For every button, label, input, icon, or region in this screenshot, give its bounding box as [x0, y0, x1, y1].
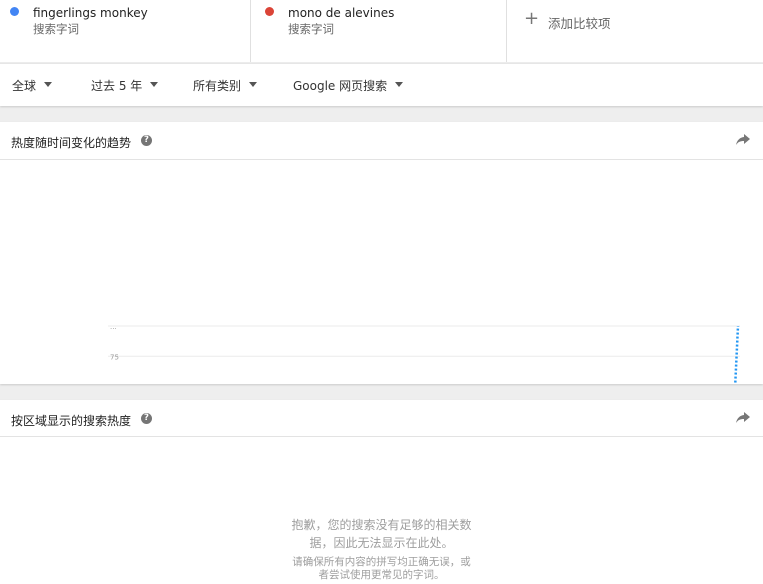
interest-by-region-card: 按区域显示的搜索热度 ? 抱歉，您的搜索没有足够的相关数 据，因此无法显示在此处…: [0, 400, 763, 584]
interest-chart: 255075...2012…2014年9月7日2016年9月25日平均值备注: [108, 323, 740, 385]
empty-hint-line: 请确保所有内容的拼写均正确无误，或: [292, 556, 471, 568]
region-dropdown[interactable]: 全球: [12, 77, 53, 94]
category-dropdown-label: 所有类别: [193, 79, 242, 93]
empty-message-line: 抱歉，您的搜索没有足够的相关数: [291, 518, 472, 532]
card-title: 按区域显示的搜索热度: [11, 414, 132, 428]
dropdown-arrow-icon: [249, 82, 258, 87]
term-name: fingerlings monkey: [33, 6, 148, 20]
card-divider: [0, 436, 763, 437]
series-partial-fingerlings-monkey: [733, 325, 740, 384]
series-color-dot: [10, 7, 19, 16]
empty-message-line: 据，因此无法显示在此处。: [309, 536, 454, 550]
y-tick-label: 50: [110, 384, 119, 385]
plus-icon: +: [524, 8, 540, 29]
dropdown-arrow-icon: [150, 82, 159, 87]
dropdown-arrow-icon: [44, 82, 53, 87]
term-card-mono-de-alevines[interactable]: mono de alevines 搜索字词: [251, 0, 507, 62]
search-type-dropdown-label: Google 网页搜索: [293, 79, 388, 93]
add-comparison-button[interactable]: + 添加比较项: [507, 0, 763, 62]
share-icon[interactable]: [735, 411, 751, 425]
time-range-dropdown-label: 过去 5 年: [91, 79, 143, 93]
y-tick-label: 75: [110, 353, 119, 361]
term-name: mono de alevines: [288, 6, 395, 20]
empty-hint-line: 者尝试使用更常见的字词。: [318, 569, 445, 581]
help-icon[interactable]: ?: [141, 413, 152, 424]
y-tick-label: ...: [110, 323, 117, 331]
compare-terms-bar: fingerlings monkey 搜索字词 mono de alevines…: [0, 0, 763, 62]
term-card-fingerlings-monkey[interactable]: fingerlings monkey 搜索字词: [0, 0, 251, 62]
series-color-dot: [265, 7, 274, 16]
time-range-dropdown[interactable]: 过去 5 年: [91, 77, 159, 94]
filter-bar: 全球 过去 5 年 所有类别 Google 网页搜索: [0, 63, 763, 106]
add-comparison-label: 添加比较项: [548, 16, 611, 31]
category-dropdown[interactable]: 所有类别: [193, 77, 258, 94]
interest-over-time-card: 热度随时间变化的趋势 ? 255075...2012…2014年9月7日2016…: [0, 122, 763, 384]
term-type-label: 搜索字词: [288, 22, 334, 36]
search-type-dropdown[interactable]: Google 网页搜索: [293, 77, 404, 94]
term-type-label: 搜索字词: [33, 22, 79, 36]
region-dropdown-label: 全球: [12, 79, 37, 93]
dropdown-arrow-icon: [395, 82, 404, 87]
